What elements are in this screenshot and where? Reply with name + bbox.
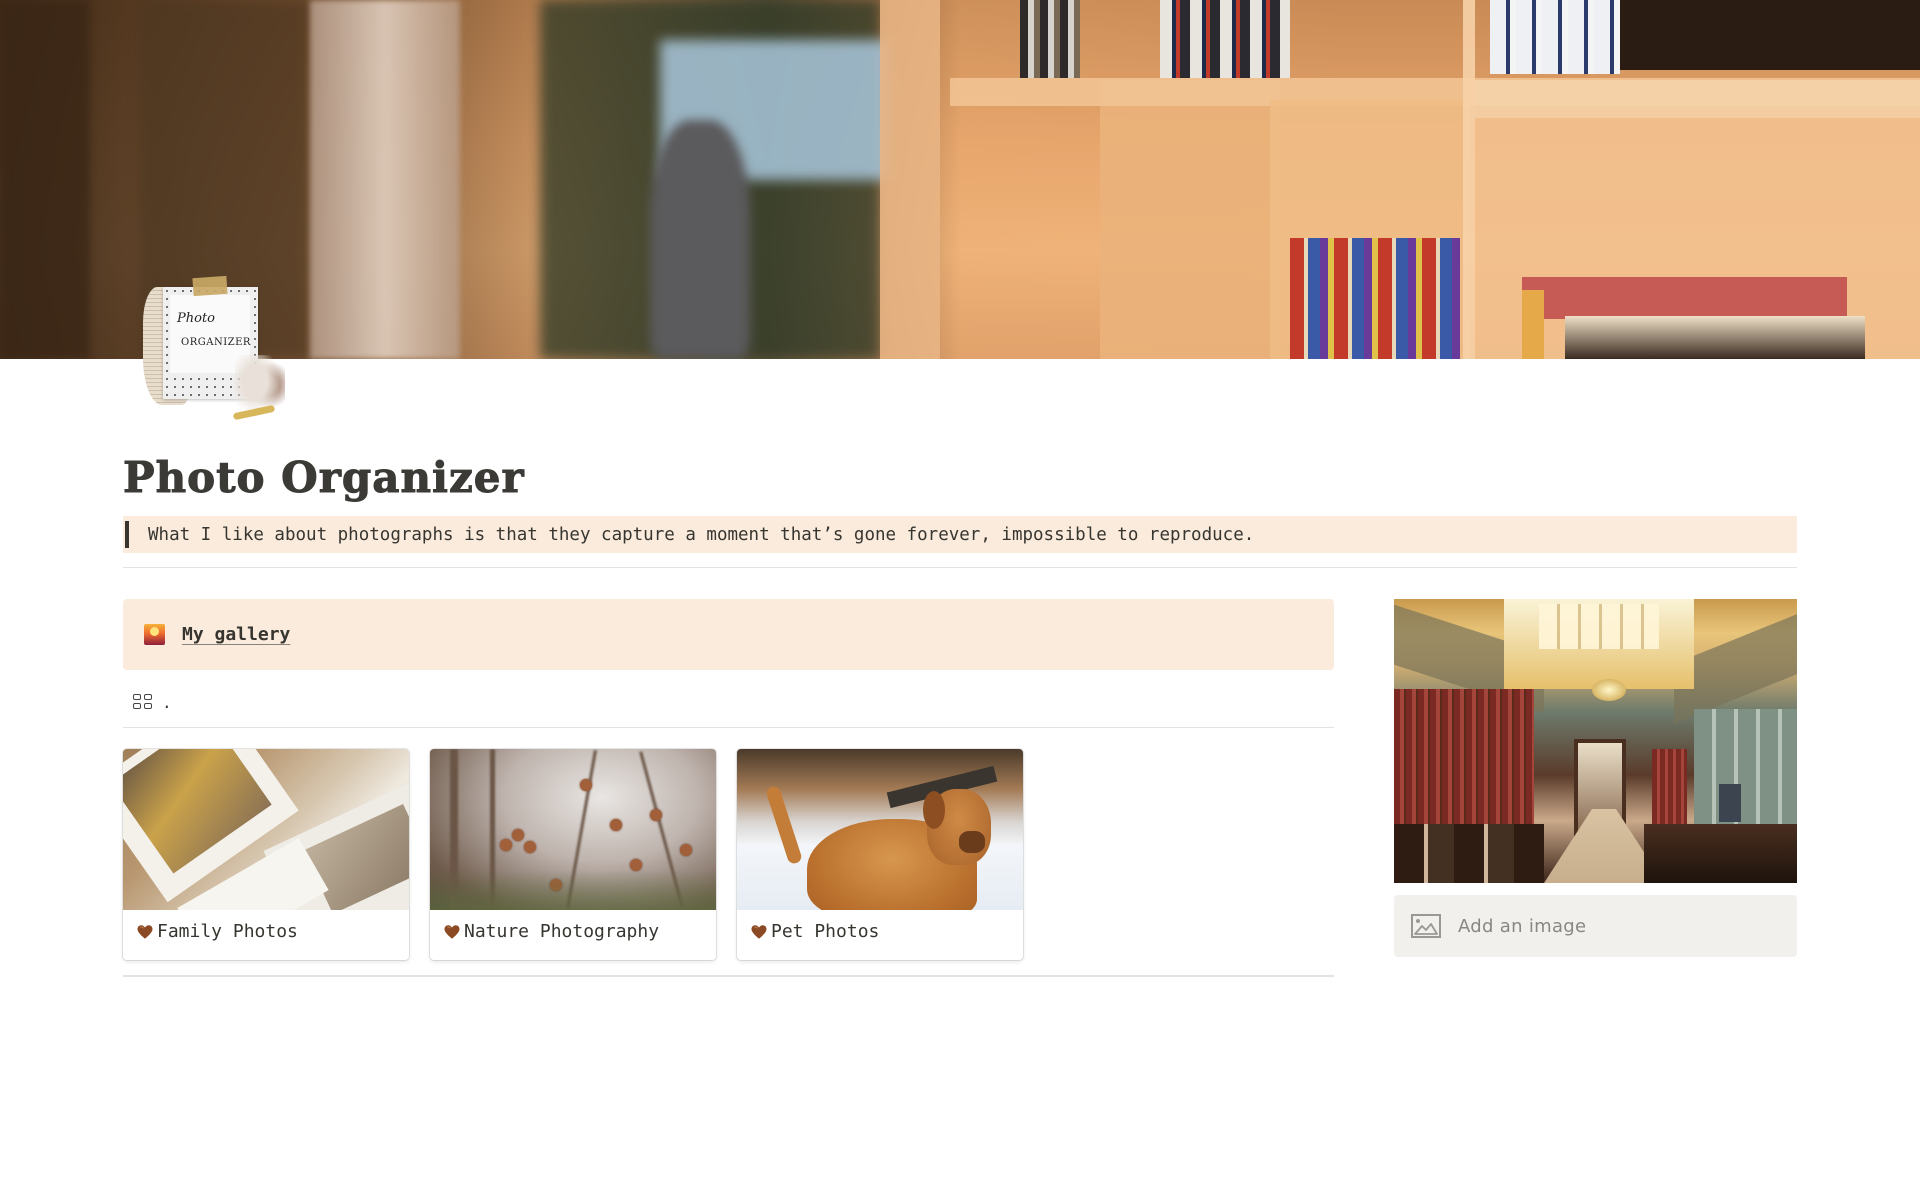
icon-text-photo: Photo — [177, 311, 215, 326]
chandelier — [1592, 679, 1626, 701]
gallery-card-family-photos[interactable]: Family Photos — [123, 749, 409, 960]
callout-block[interactable]: My gallery — [123, 599, 1334, 670]
city-sunset-icon — [144, 624, 165, 645]
cover-shelf — [1475, 80, 1920, 118]
library-reading-room-image[interactable] — [1394, 599, 1797, 883]
card-title: Family Photos — [157, 921, 298, 942]
gallery-card-nature-photography[interactable]: Nature Photography — [430, 749, 716, 960]
cover-shelf-back — [1620, 0, 1920, 70]
dog-tail — [764, 784, 804, 866]
add-image-button[interactable]: Add an image — [1394, 895, 1797, 957]
card-title: Pet Photos — [771, 921, 880, 942]
divider — [123, 727, 1334, 728]
icon-text-organizer: ORGANIZER — [181, 337, 251, 348]
gallery-card-pet-photos[interactable]: Pet Photos — [737, 749, 1023, 960]
gallery-grid-icon — [133, 694, 152, 710]
card-label-row: Nature Photography — [443, 921, 659, 942]
cover-pillar — [310, 0, 460, 359]
divider — [123, 567, 1797, 568]
pet-photos-thumbnail — [737, 749, 1023, 910]
monitor — [1719, 784, 1741, 822]
ground — [430, 870, 716, 910]
dry-leaf — [610, 819, 622, 831]
cover-shelf — [880, 0, 940, 359]
dog-snout — [959, 831, 985, 853]
card-label-row: Family Photos — [136, 921, 298, 942]
cover-shelf — [1100, 80, 1280, 359]
family-photos-thumbnail — [123, 749, 409, 910]
cover-books — [1490, 0, 1620, 74]
cover-books — [1160, 0, 1290, 78]
quote-block[interactable]: What I like about photographs is that th… — [123, 516, 1797, 553]
quote-bar — [125, 521, 129, 548]
divider — [123, 975, 1334, 977]
dry-leaf — [512, 829, 524, 841]
bookshelf — [1652, 749, 1687, 829]
card-title: Nature Photography — [464, 921, 660, 942]
cover-person — [650, 120, 750, 359]
image-placeholder-icon — [1411, 914, 1441, 938]
cover-books — [1522, 290, 1544, 359]
cover-books — [1565, 316, 1865, 359]
page-title[interactable]: Photo Organizer — [123, 453, 525, 503]
my-gallery-link[interactable]: My gallery — [182, 624, 290, 645]
page-icon[interactable]: Photo ORGANIZER — [143, 275, 293, 423]
gallery-view-tab[interactable]: . — [133, 690, 172, 714]
cover-books — [1020, 0, 1080, 78]
view-name: . — [162, 692, 172, 712]
dry-leaf — [500, 839, 512, 851]
cover-shelf — [1463, 0, 1475, 359]
brown-heart-icon — [444, 924, 460, 939]
dry-leaf — [650, 809, 662, 821]
bookshelf — [1394, 689, 1534, 839]
card-label-row: Pet Photos — [750, 921, 879, 942]
reading-desks — [1394, 824, 1544, 883]
cover-books — [1522, 277, 1847, 319]
skylight — [1539, 604, 1659, 649]
dry-leaf — [580, 779, 592, 791]
dog-ear — [923, 791, 945, 829]
brown-heart-icon — [137, 924, 153, 939]
tape-graphic — [192, 275, 228, 297]
nature-photography-thumbnail — [430, 749, 716, 910]
reading-desks — [1644, 824, 1797, 883]
add-image-label: Add an image — [1458, 915, 1587, 937]
cover-shadow — [0, 0, 90, 359]
columns — [1694, 709, 1797, 839]
brown-heart-icon — [751, 924, 767, 939]
dry-leaf — [524, 841, 536, 853]
cover-books — [1290, 238, 1460, 359]
quote-text: What I like about photographs is that th… — [148, 524, 1255, 545]
dry-leaf — [680, 844, 692, 856]
